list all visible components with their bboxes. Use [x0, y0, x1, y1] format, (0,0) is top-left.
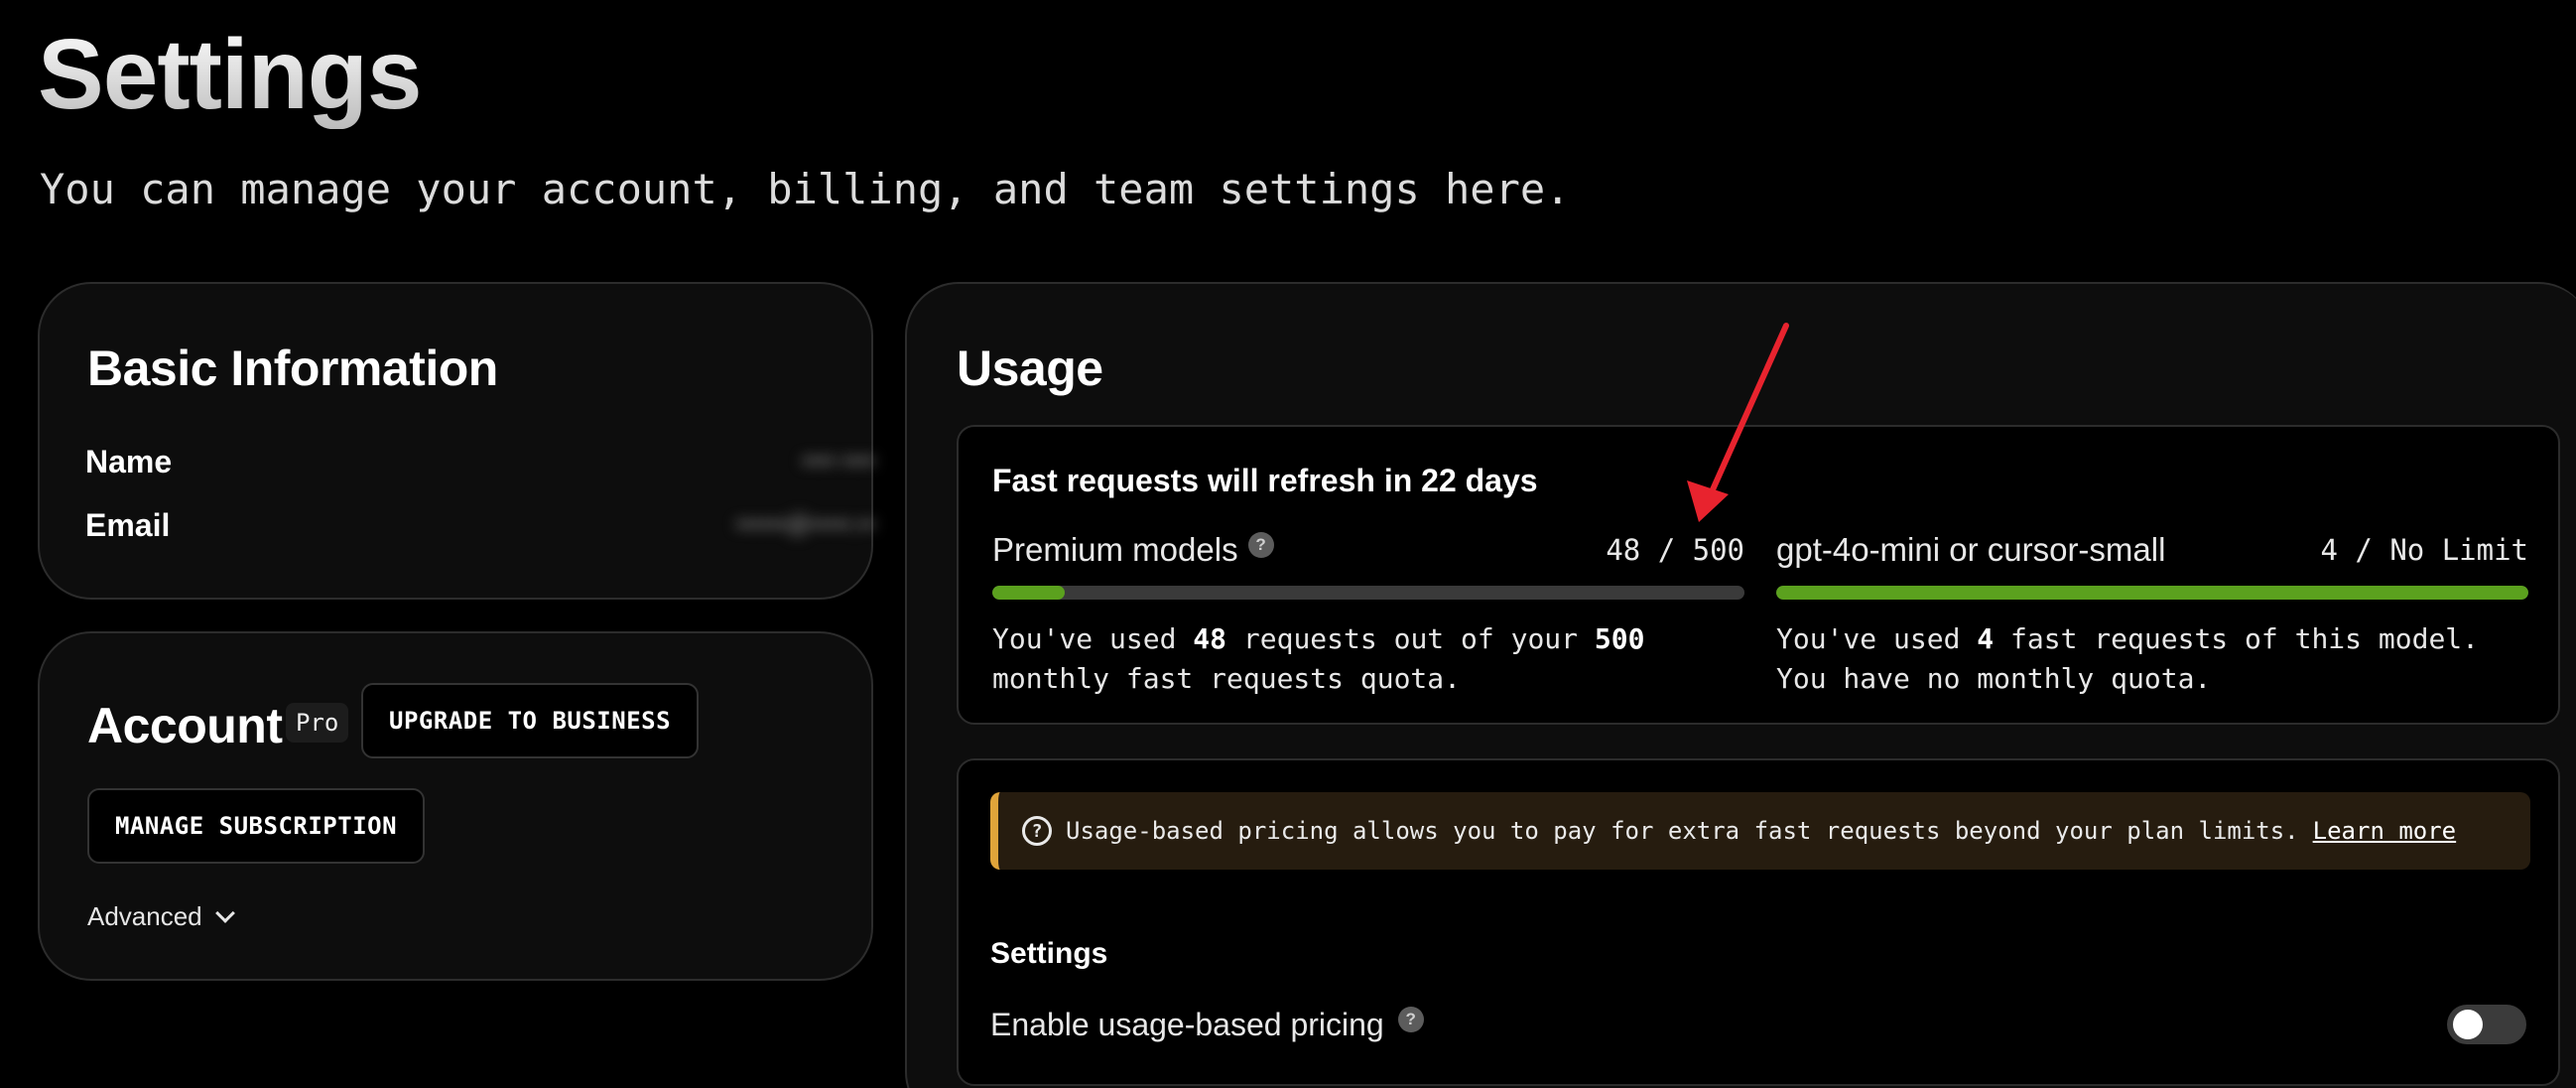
account-title: Account	[87, 698, 283, 753]
premium-models-progress-bar	[992, 586, 1744, 600]
name-row: Name •••• ••••	[85, 437, 875, 486]
advanced-toggle[interactable]: Advanced	[87, 901, 235, 932]
quota-name: Premium models ?	[992, 531, 1274, 569]
usage-card: Usage Fast requests will refresh in 22 d…	[905, 282, 2576, 1088]
page-subtitle: You can manage your account, billing, an…	[40, 165, 1571, 213]
progress-fill	[1776, 586, 2528, 600]
email-label: Email	[85, 506, 171, 543]
usage-pricing-toggle[interactable]	[2447, 1005, 2526, 1044]
fast-requests-panel: Fast requests will refresh in 22 days Pr…	[957, 425, 2560, 725]
gpt-4o-mini-label: gpt-4o-mini or cursor-small	[1776, 531, 2166, 568]
email-row: Email ••••••@•••••.••	[85, 500, 875, 550]
progress-fill	[992, 586, 1065, 600]
chevron-down-icon	[214, 902, 235, 923]
upgrade-to-business-button[interactable]: UPGRADE TO BUSINESS	[361, 683, 700, 758]
usage-pricing-notice: ? Usage-based pricing allows you to pay …	[990, 792, 2530, 870]
usage-title: Usage	[957, 340, 1103, 396]
settings-page: Settings You can manage your account, bi…	[0, 0, 2576, 1088]
premium-models-label: Premium models	[992, 531, 1238, 568]
learn-more-link[interactable]: Learn more	[2313, 817, 2457, 845]
manage-subscription-button[interactable]: MANAGE SUBSCRIPTION	[87, 788, 426, 864]
account-card: Account Pro UPGRADE TO BUSINESS MANAGE S…	[38, 631, 873, 981]
advanced-label: Advanced	[87, 901, 202, 931]
basic-information-title: Basic Information	[87, 340, 498, 396]
help-icon[interactable]: ?	[1247, 532, 1274, 558]
notice-text: Usage-based pricing allows you to pay fo…	[1066, 817, 2299, 845]
plan-badge: Pro	[286, 703, 349, 743]
gpt-4o-mini-description: You've used 4 fast requests of this mode…	[1776, 622, 2480, 695]
usage-pricing-row: Enable usage-based pricing ?	[990, 995, 2526, 1054]
toggle-knob	[2453, 1010, 2483, 1039]
gpt-4o-mini-count: 4 / No Limit	[2320, 533, 2528, 567]
refresh-notice: Fast requests will refresh in 22 days	[992, 463, 1538, 498]
usage-pricing-label: Enable usage-based pricing	[990, 1006, 1384, 1042]
settings-heading: Settings	[990, 937, 1108, 970]
gpt-4o-mini-progress-bar	[1776, 586, 2528, 600]
email-value: ••••••@•••••.••	[735, 511, 875, 538]
premium-models-quota: Premium models ? 48 / 500 You've used 48…	[992, 526, 1744, 699]
help-icon[interactable]: ?	[1397, 1007, 1424, 1032]
usage-pricing-panel: ? Usage-based pricing allows you to pay …	[957, 758, 2560, 1086]
gpt-4o-mini-quota: gpt-4o-mini or cursor-small 4 / No Limit…	[1776, 526, 2528, 699]
name-label: Name	[85, 443, 173, 479]
page-title: Settings	[38, 19, 422, 130]
name-value: •••• ••••	[802, 448, 875, 475]
premium-models-count: 48 / 500	[1606, 533, 1744, 567]
premium-models-description: You've used 48 requests out of your 500 …	[992, 622, 1645, 695]
question-circle-icon: ?	[1022, 816, 1052, 846]
